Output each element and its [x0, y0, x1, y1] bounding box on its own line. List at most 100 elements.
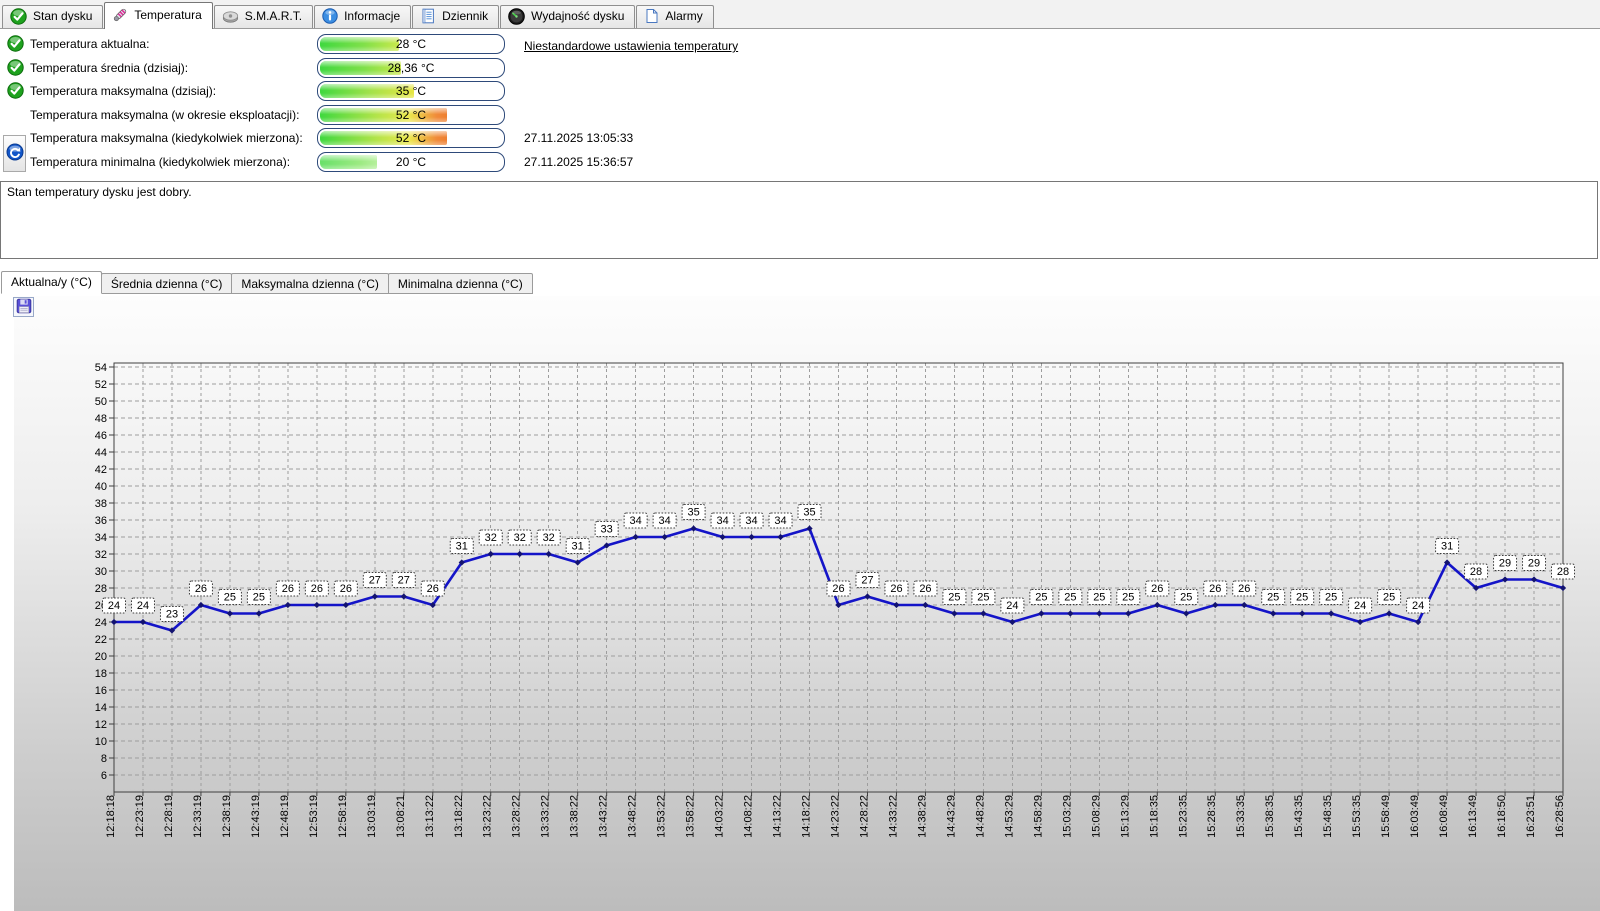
y-tick-label: 36 [95, 515, 107, 527]
tab-stan-dysku[interactable]: Stan dysku [2, 5, 104, 28]
data-point-label: 26 [919, 583, 931, 595]
tab-label: Temperatura [134, 7, 202, 22]
chart-tab-bar: Aktualna/y (°C) Średnia dzienna (°C) Maksy… [1, 271, 533, 294]
data-point-label: 25 [1064, 592, 1076, 604]
x-tick-label: 12:58:19 [337, 795, 349, 838]
x-tick-label: 14:38:29 [916, 795, 928, 838]
x-tick-label: 12:23:19 [134, 795, 146, 838]
x-tick-label: 12:53:19 [308, 795, 320, 838]
custom-temperature-settings-link[interactable]: Niestandardowe ustawienia temperatury [524, 39, 738, 53]
temperature-gauge-bar: 52 °C [317, 128, 505, 148]
tab-informacje[interactable]: Informacje [314, 5, 412, 28]
performance-icon [508, 7, 525, 25]
y-tick-label: 44 [95, 447, 107, 459]
data-point [661, 533, 668, 541]
data-point-label: 25 [1180, 592, 1192, 604]
data-point [1067, 610, 1074, 617]
alarms-icon [644, 8, 659, 24]
x-tick-label: 13:38:22 [569, 795, 581, 838]
temperature-chart: 54 52 50 48 46 44 42 40 38 36 34 32 30 28 26 24 22 20 18 16… [95, 362, 1575, 838]
hdsentinel-temperature-page: Stan dysku Temperatura S.M.A.R.T. Informacj… [0, 0, 1600, 911]
data-point [1328, 610, 1335, 617]
reset-max-temperature-button[interactable] [3, 135, 26, 172]
data-point [980, 610, 987, 617]
tab-label: Stan dysku [33, 9, 93, 23]
x-tick-label: 15:38:35 [1264, 795, 1276, 838]
tab-temperatura[interactable]: Temperatura [104, 2, 213, 29]
data-point [1038, 610, 1045, 617]
y-tick-label: 52 [95, 379, 107, 391]
x-tick-label: 16:28:56 [1554, 795, 1566, 838]
data-point-label: 26 [282, 583, 294, 595]
chart-tab-current[interactable]: Aktualna/y (°C) [1, 271, 102, 294]
save-chart-button[interactable] [13, 297, 34, 317]
temperature-gauge-bar: 20 °C [317, 151, 505, 172]
data-point-label: 34 [716, 515, 728, 527]
data-point-label: 34 [630, 515, 642, 527]
y-tick-label: 30 [95, 566, 107, 578]
temperature-summary: Temperatura aktualna: 28 °C Temperatura śr… [0, 33, 1600, 178]
data-point-label: 24 [108, 600, 120, 612]
temperature-row: Temperatura minimalna (kiedykolwiek mier… [0, 151, 1600, 173]
x-tick-label: 13:23:22 [482, 795, 494, 838]
tab-alarmy[interactable]: Alarmy [636, 5, 714, 28]
data-point [255, 610, 263, 617]
tab-label: Alarmy [665, 9, 703, 23]
temperature-value: 20 °C [395, 154, 427, 169]
temperature-row: Temperatura maksymalna (kiedykolwiek mie… [0, 127, 1600, 149]
data-point [1096, 610, 1103, 617]
data-point-label: 26 [890, 583, 902, 595]
tab-wydajność-dysku[interactable]: Wydajność dysku [500, 5, 636, 28]
temperature-date: 27.11.2025 15:36:57 [524, 154, 634, 169]
tab-s-m-a-r-t-[interactable]: S.M.A.R.T. [213, 5, 314, 28]
chart-tab-daily-maximum[interactable]: Maksymalna dzienna (°C) [231, 273, 389, 294]
x-tick-label: 13:08:21 [395, 795, 407, 838]
x-tick-label: 12:43:19 [250, 795, 262, 838]
y-tick-label: 8 [101, 753, 107, 765]
data-point [1241, 601, 1248, 609]
temperature-row-label: Temperatura średnia (dzisiaj): [30, 60, 189, 75]
data-point-label: 27 [861, 575, 873, 587]
data-point [1299, 610, 1306, 617]
x-tick-label: 12:33:19 [192, 795, 204, 838]
y-tick-label: 14 [95, 702, 107, 714]
data-point [1270, 610, 1277, 617]
data-point [748, 533, 755, 541]
temperature-icon [112, 7, 128, 23]
data-point [719, 533, 726, 541]
data-point-label: 25 [1122, 592, 1134, 604]
x-tick-label: 15:28:35 [1206, 795, 1218, 838]
x-tick-label: 13:43:22 [598, 795, 610, 838]
x-tick-label: 15:18:35 [1148, 795, 1160, 838]
x-tick-label: 13:18:22 [453, 795, 465, 838]
y-tick-label: 40 [95, 481, 107, 493]
data-point-label: 28 [1470, 566, 1482, 578]
data-point-label: 25 [253, 592, 265, 604]
info-icon [322, 8, 338, 24]
tab-dziennik[interactable]: Dziennik [412, 5, 500, 28]
temperature-gauge-bar: 28,36 °C [317, 57, 505, 78]
x-tick-label: 14:58:29 [1032, 795, 1044, 838]
chart-tab-daily-average[interactable]: Średnia dzienna (°C) [100, 273, 233, 294]
y-tick-label: 54 [95, 362, 107, 374]
data-point-label: 25 [948, 592, 960, 604]
data-point-label: 35 [687, 507, 699, 519]
data-point-label: 26 [311, 583, 323, 595]
temperature-row-label: Temperatura minimalna (kiedykolwiek mier… [30, 154, 291, 169]
data-point-label: 31 [1441, 541, 1453, 553]
temperature-value: 28 °C [395, 37, 427, 51]
data-point [516, 550, 523, 558]
data-point [951, 610, 958, 617]
temperature-value: 35 °C [395, 84, 427, 98]
chart-tab-daily-minimum[interactable]: Minimalna dzienna (°C) [387, 273, 533, 294]
data-point-label: 27 [398, 575, 410, 587]
data-point [487, 550, 494, 558]
data-point [1357, 618, 1364, 626]
x-tick-label: 14:33:22 [887, 795, 899, 838]
data-point [371, 593, 378, 600]
data-point [1530, 576, 1538, 583]
data-point-label: 26 [340, 583, 352, 595]
axes: 54 52 50 48 46 44 42 40 38 36 34 32 30 28 26 24 22 20 18 16… [95, 362, 1566, 838]
x-tick-label: 15:53:35 [1351, 795, 1363, 838]
tab-label: Informacje [344, 9, 401, 23]
